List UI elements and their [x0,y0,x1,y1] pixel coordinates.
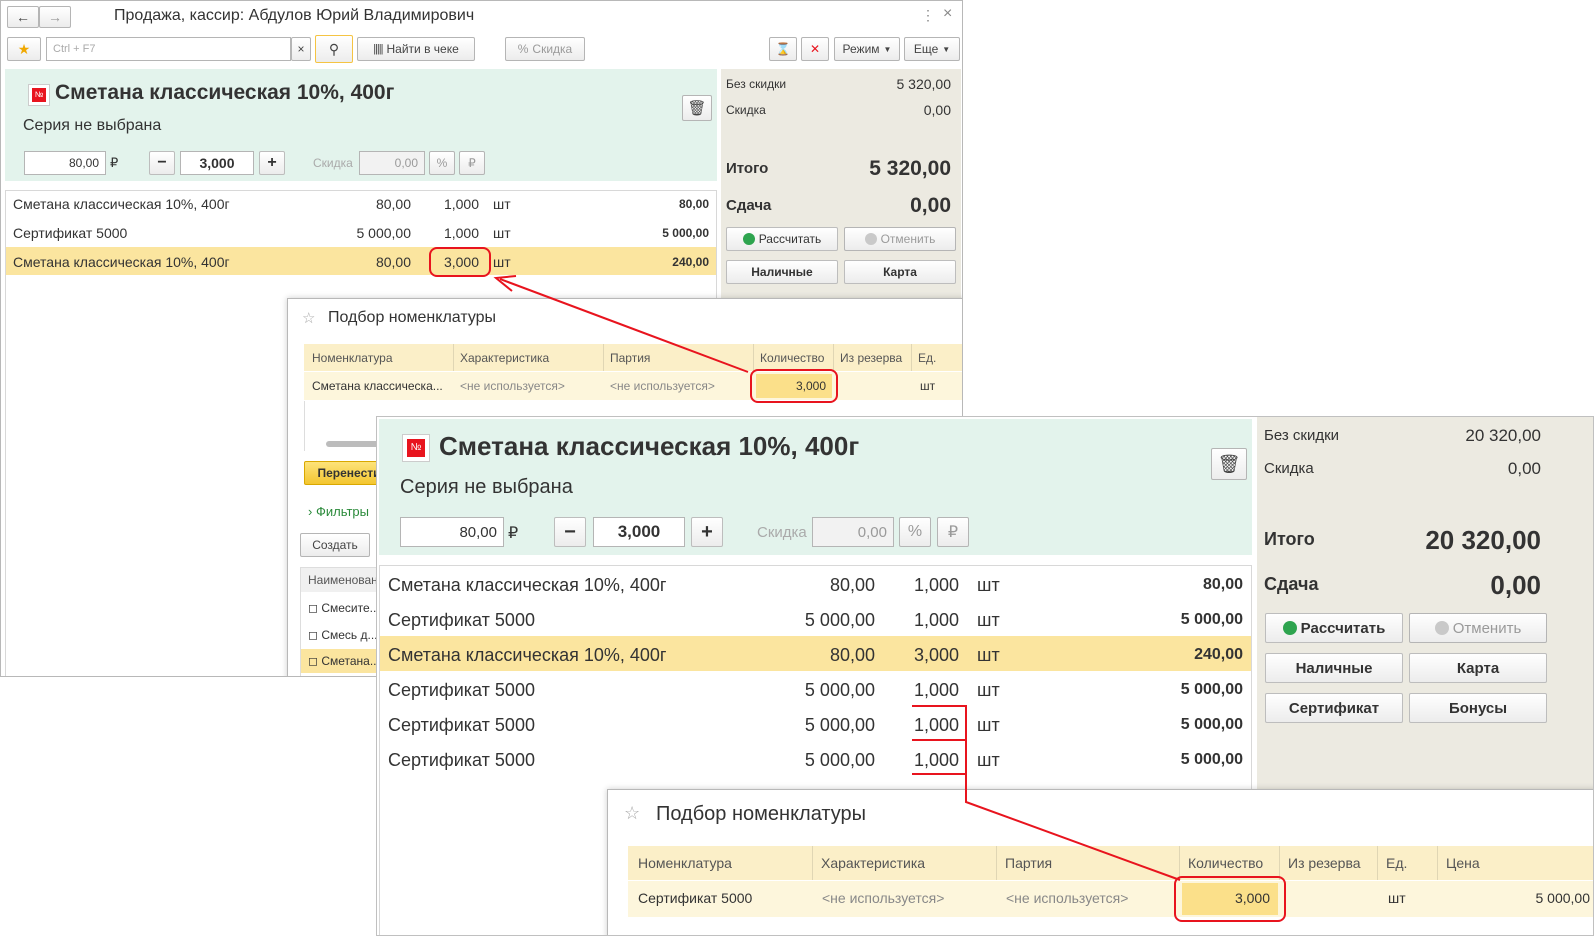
annotation-arrows [493,275,1181,881]
arrow-line-top [499,278,749,373]
connector-line-bottom [965,756,1181,881]
